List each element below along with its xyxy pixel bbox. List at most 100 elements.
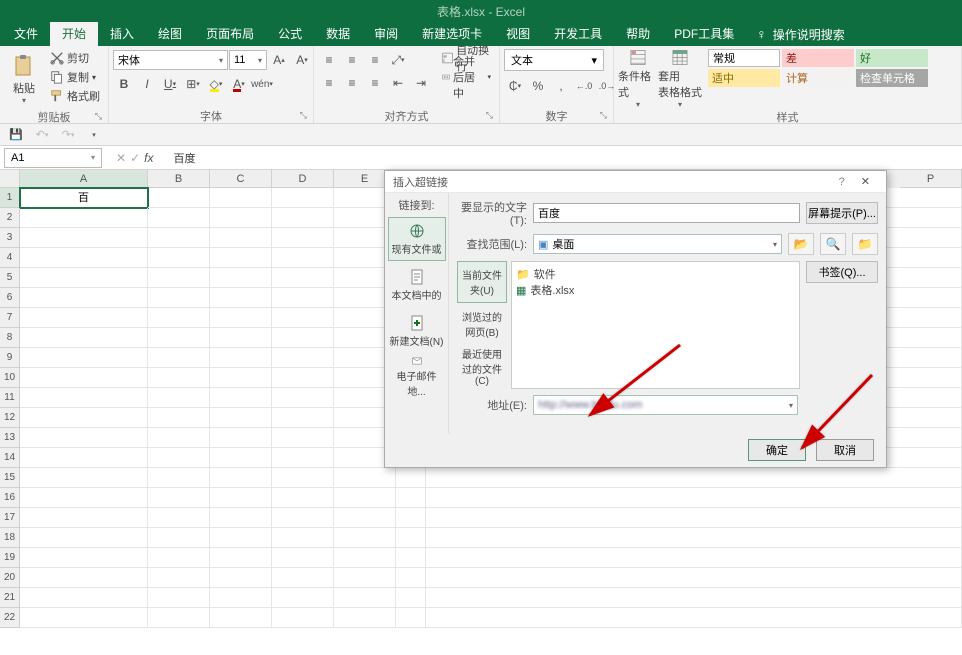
bold-button[interactable]: B bbox=[113, 73, 135, 95]
cell[interactable] bbox=[900, 288, 962, 308]
increase-font-button[interactable]: A▴ bbox=[268, 49, 290, 71]
cell[interactable] bbox=[210, 468, 272, 488]
row-header[interactable]: 4 bbox=[0, 248, 20, 268]
cell[interactable] bbox=[396, 568, 426, 588]
select-all-corner[interactable] bbox=[0, 170, 20, 188]
scope-browsed-pages[interactable]: 浏览过的网页(B) bbox=[457, 303, 507, 345]
cell[interactable] bbox=[272, 428, 334, 448]
row-header[interactable]: 10 bbox=[0, 368, 20, 388]
cell[interactable] bbox=[20, 368, 148, 388]
list-item[interactable]: 📁软件 bbox=[516, 266, 795, 282]
list-item[interactable]: ▦表格.xlsx bbox=[516, 282, 795, 298]
increase-decimal-button[interactable]: ←.0 bbox=[573, 75, 595, 97]
cell[interactable] bbox=[210, 608, 272, 628]
cell[interactable] bbox=[900, 328, 962, 348]
comma-button[interactable]: , bbox=[550, 75, 572, 97]
tab-layout[interactable]: 页面布局 bbox=[194, 22, 266, 46]
cell[interactable] bbox=[210, 448, 272, 468]
cell[interactable] bbox=[148, 408, 210, 428]
cell[interactable] bbox=[148, 188, 210, 208]
paste-button[interactable]: 粘贴 ▾ bbox=[4, 49, 44, 109]
scope-recent-files[interactable]: 最近使用过的文件(C) bbox=[457, 345, 507, 387]
tab-file[interactable]: 文件 bbox=[2, 22, 50, 46]
row-header[interactable]: 16 bbox=[0, 488, 20, 508]
bookmark-button[interactable]: 书签(Q)... bbox=[806, 261, 878, 283]
redo-button[interactable]: ↷▾ bbox=[58, 126, 78, 144]
cell[interactable] bbox=[900, 508, 962, 528]
italic-button[interactable]: I bbox=[136, 73, 158, 95]
cell[interactable] bbox=[20, 348, 148, 368]
cell[interactable] bbox=[272, 308, 334, 328]
number-format-combo[interactable]: 文本▾ bbox=[504, 49, 604, 71]
row-header[interactable]: 21 bbox=[0, 588, 20, 608]
tab-pdf[interactable]: PDF工具集 bbox=[662, 22, 746, 46]
browse-web-button[interactable]: 🔍 bbox=[820, 233, 846, 255]
cell[interactable] bbox=[334, 508, 396, 528]
cell[interactable] bbox=[900, 608, 962, 628]
cell[interactable] bbox=[900, 528, 962, 548]
cell[interactable] bbox=[20, 488, 148, 508]
cell[interactable] bbox=[900, 568, 962, 588]
cell[interactable] bbox=[396, 548, 426, 568]
cell[interactable] bbox=[272, 188, 334, 208]
cell[interactable] bbox=[272, 468, 334, 488]
customize-qat-button[interactable]: ▾ bbox=[84, 126, 104, 144]
scope-current-folder[interactable]: 当前文件夹(U) bbox=[457, 261, 507, 303]
row-header[interactable]: 17 bbox=[0, 508, 20, 528]
cell[interactable] bbox=[210, 188, 272, 208]
row-header[interactable]: 6 bbox=[0, 288, 20, 308]
tab-insert[interactable]: 插入 bbox=[98, 22, 146, 46]
cell[interactable] bbox=[272, 568, 334, 588]
decrease-font-button[interactable]: A▾ bbox=[291, 49, 313, 71]
cell[interactable] bbox=[148, 528, 210, 548]
dialog-launcher-icon[interactable]: ⤡ bbox=[300, 110, 307, 121]
align-middle-button[interactable]: ≡ bbox=[341, 49, 363, 71]
cellstyle-neutral[interactable]: 适中 bbox=[708, 69, 780, 87]
format-painter-button[interactable]: 格式刷 bbox=[46, 87, 104, 105]
cellstyle-bad[interactable]: 差 bbox=[782, 49, 854, 67]
row-header[interactable]: 11 bbox=[0, 388, 20, 408]
save-button[interactable]: 💾 bbox=[6, 126, 26, 144]
copy-button[interactable]: 复制 ▾ bbox=[46, 68, 104, 86]
cell[interactable] bbox=[900, 268, 962, 288]
cell[interactable] bbox=[20, 388, 148, 408]
tab-data[interactable]: 数据 bbox=[314, 22, 362, 46]
cell[interactable] bbox=[900, 448, 962, 468]
dialog-launcher-icon[interactable]: ⤡ bbox=[600, 110, 607, 121]
cell[interactable] bbox=[148, 368, 210, 388]
lookin-combo[interactable]: ▣ 桌面 ▾ bbox=[533, 234, 782, 254]
row-header[interactable]: 5 bbox=[0, 268, 20, 288]
cell[interactable] bbox=[334, 568, 396, 588]
col-header[interactable]: D bbox=[272, 170, 334, 188]
row-header[interactable]: 19 bbox=[0, 548, 20, 568]
cell[interactable] bbox=[210, 228, 272, 248]
col-header[interactable]: B bbox=[148, 170, 210, 188]
col-header[interactable]: P bbox=[900, 170, 962, 188]
underline-button[interactable]: U▾ bbox=[159, 73, 181, 95]
font-size-combo[interactable]: 11▾ bbox=[229, 50, 267, 70]
cell[interactable] bbox=[396, 608, 426, 628]
cell[interactable] bbox=[396, 488, 426, 508]
align-left-button[interactable]: ≡ bbox=[318, 72, 340, 94]
cell[interactable] bbox=[900, 208, 962, 228]
cell[interactable] bbox=[900, 548, 962, 568]
cell[interactable] bbox=[20, 548, 148, 568]
cell[interactable] bbox=[210, 528, 272, 548]
cell[interactable] bbox=[334, 608, 396, 628]
cellstyle-normal[interactable]: 常规 bbox=[708, 49, 780, 67]
row-header[interactable]: 7 bbox=[0, 308, 20, 328]
cell[interactable] bbox=[20, 428, 148, 448]
linkto-new-document[interactable]: 新建文档(N) bbox=[388, 309, 446, 353]
cell[interactable] bbox=[900, 388, 962, 408]
cell[interactable] bbox=[210, 428, 272, 448]
cell[interactable] bbox=[148, 608, 210, 628]
up-folder-button[interactable]: 📂 bbox=[788, 233, 814, 255]
cell[interactable] bbox=[20, 528, 148, 548]
font-color-button[interactable]: A▾ bbox=[228, 73, 250, 95]
cellstyle-check[interactable]: 检查单元格 bbox=[856, 69, 928, 87]
cell[interactable] bbox=[210, 568, 272, 588]
cell[interactable] bbox=[148, 308, 210, 328]
cell[interactable] bbox=[210, 388, 272, 408]
cell[interactable] bbox=[148, 448, 210, 468]
align-top-button[interactable]: ≡ bbox=[318, 49, 340, 71]
